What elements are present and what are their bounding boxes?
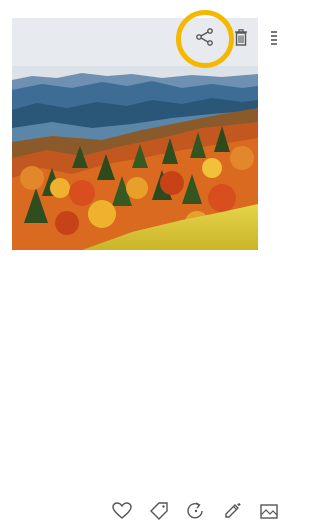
delete-icon[interactable] (234, 29, 248, 46)
edit-icon[interactable] (223, 502, 243, 520)
share-highlight-ring (176, 10, 234, 68)
rotate-icon[interactable] (186, 502, 206, 520)
tag-icon[interactable] (149, 502, 169, 520)
drag-handle-icon[interactable] (271, 31, 277, 45)
photo-toolbar (0, 0, 281, 52)
photo-action-bar (0, 250, 281, 520)
gallery-icon[interactable] (260, 502, 278, 520)
heart-icon[interactable] (112, 502, 132, 520)
